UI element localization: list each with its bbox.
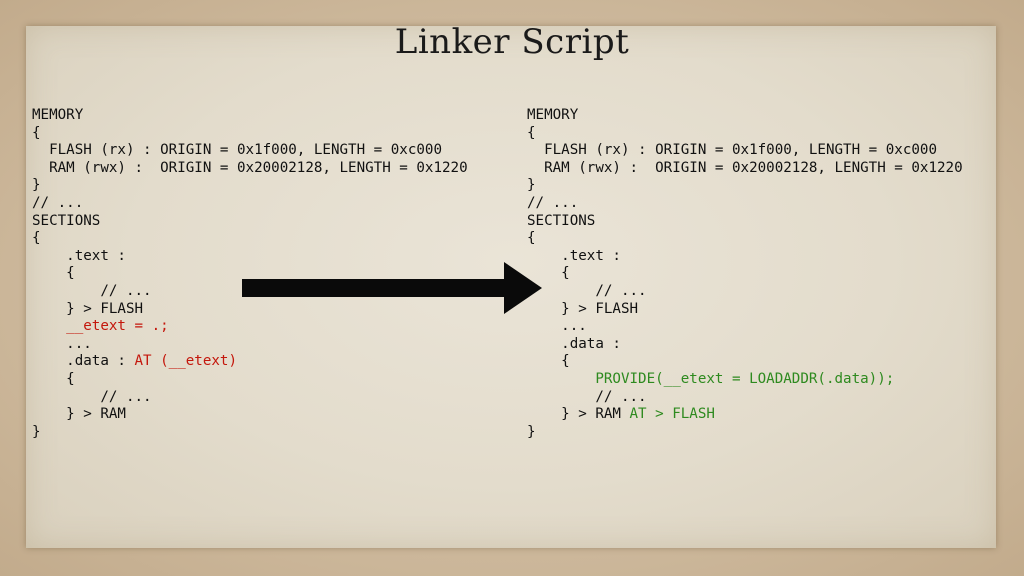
code-text: RAM (rwx) : ORIGIN = 0x20002128, LENGTH …	[527, 159, 963, 176]
code-line: }	[527, 424, 963, 442]
code-line: SECTIONS	[527, 213, 963, 231]
code-highlight: AT > FLASH	[629, 406, 715, 423]
code-text: .text :	[527, 247, 621, 264]
code-line: .data :	[527, 336, 963, 354]
code-text: MEMORY	[32, 107, 84, 123]
code-text: }	[32, 423, 41, 440]
code-line: ...	[527, 318, 963, 336]
code-line: {	[32, 371, 468, 389]
code-text: .text :	[32, 247, 126, 264]
code-text: {	[32, 265, 75, 282]
code-text: RAM (rwx) : ORIGIN = 0x20002128, LENGTH …	[32, 159, 468, 176]
code-text: } > RAM	[527, 406, 630, 423]
code-line: FLASH (rx) : ORIGIN = 0x1f000, LENGTH = …	[527, 142, 963, 160]
code-line: }	[32, 424, 468, 442]
code-line: // ...	[527, 195, 963, 213]
code-line: SECTIONS	[32, 213, 468, 231]
code-line: } > RAM	[32, 406, 468, 424]
code-line: PROVIDE(__etext = LOADADDR(.data));	[527, 371, 963, 389]
code-text: } > RAM	[32, 406, 126, 423]
code-line: // ...	[527, 389, 963, 407]
code-text: // ...	[32, 282, 152, 299]
code-text: {	[527, 265, 570, 282]
code-line: {	[32, 125, 468, 143]
code-highlight: __etext = .;	[66, 318, 169, 335]
code-text: SECTIONS	[32, 212, 101, 229]
code-line: RAM (rwx) : ORIGIN = 0x20002128, LENGTH …	[32, 160, 468, 178]
code-block-after: MEMORY{ FLASH (rx) : ORIGIN = 0x1f000, L…	[527, 107, 963, 441]
code-text: } > FLASH	[527, 300, 639, 317]
code-line: } > RAM AT > FLASH	[527, 406, 963, 424]
code-text: .data :	[32, 353, 135, 370]
code-line: // ...	[527, 283, 963, 301]
code-text: SECTIONS	[527, 212, 596, 229]
code-line: RAM (rwx) : ORIGIN = 0x20002128, LENGTH …	[527, 160, 963, 178]
code-line: }	[32, 177, 468, 195]
code-line: {	[527, 230, 963, 248]
code-text: {	[32, 230, 41, 247]
code-text: ...	[32, 335, 92, 352]
code-text: {	[32, 370, 75, 387]
code-line: MEMORY	[32, 107, 468, 125]
code-text: FLASH (rx) : ORIGIN = 0x1f000, LENGTH = …	[527, 142, 937, 159]
right-arrow-icon	[242, 262, 542, 314]
code-line: {	[32, 230, 468, 248]
code-line: {	[527, 125, 963, 143]
code-line: .data : AT (__etext)	[32, 353, 468, 371]
code-text: } > FLASH	[32, 300, 144, 317]
code-text: }	[527, 177, 536, 194]
code-highlight: PROVIDE(__etext = LOADADDR(.data));	[595, 370, 895, 387]
code-text: FLASH (rx) : ORIGIN = 0x1f000, LENGTH = …	[32, 142, 442, 159]
code-text: // ...	[32, 194, 84, 211]
code-line: } > FLASH	[527, 301, 963, 319]
code-text: ...	[527, 318, 587, 335]
code-line: .text :	[527, 248, 963, 266]
code-text: {	[527, 230, 536, 247]
code-line: {	[527, 265, 963, 283]
code-text: MEMORY	[527, 107, 579, 123]
code-text: // ...	[527, 194, 579, 211]
code-text: // ...	[527, 388, 647, 405]
slide-title: Linker Script	[394, 22, 630, 62]
code-text: }	[32, 177, 41, 194]
code-text: // ...	[32, 388, 152, 405]
code-line: MEMORY	[527, 107, 963, 125]
code-text: }	[527, 423, 536, 440]
code-line: ...	[32, 336, 468, 354]
code-text: .data :	[527, 335, 621, 352]
code-line: // ...	[32, 389, 468, 407]
code-line: FLASH (rx) : ORIGIN = 0x1f000, LENGTH = …	[32, 142, 468, 160]
code-line: {	[527, 353, 963, 371]
code-text: // ...	[527, 282, 647, 299]
code-highlight: AT (__etext)	[134, 353, 238, 370]
slide-background: Linker Script MEMORY{ FLASH (rx) : ORIGI…	[0, 0, 1024, 576]
code-line: // ...	[32, 195, 468, 213]
code-text: {	[32, 124, 41, 141]
code-line: __etext = .;	[32, 318, 468, 336]
code-text: {	[527, 124, 536, 141]
code-line: }	[527, 177, 963, 195]
code-text: {	[527, 353, 570, 370]
